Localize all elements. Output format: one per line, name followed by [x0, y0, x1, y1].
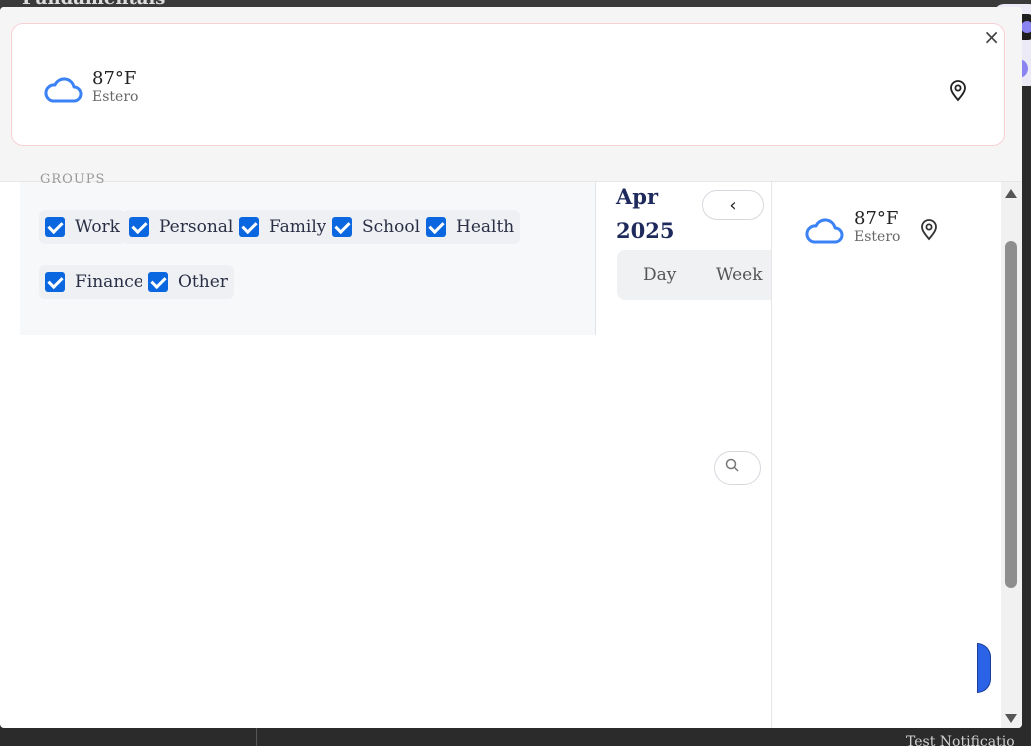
scroll-down-arrow-icon[interactable]: [1005, 714, 1017, 723]
group-label: Health: [456, 217, 515, 237]
group-label: Family: [269, 217, 327, 237]
side-weather-info: 87°F Estero: [854, 208, 900, 245]
modal-header: 87°F Estero ×: [0, 7, 1022, 182]
group-checkbox-family[interactable]: Family: [233, 210, 333, 244]
group-checkbox-work[interactable]: Work: [39, 210, 126, 244]
weather-info: 87°F Estero: [92, 68, 138, 105]
scrollbar-thumb[interactable]: [1005, 241, 1017, 588]
close-button[interactable]: ×: [983, 25, 1000, 49]
background-notification: Test Notificatio: [906, 734, 1015, 746]
weather-temperature: 87°F: [92, 68, 137, 89]
group-checkbox-finance[interactable]: Finance: [39, 265, 150, 299]
floating-action-tab[interactable]: [977, 643, 991, 693]
group-checkbox-personal[interactable]: Personal: [123, 210, 240, 244]
modal: 87°F Estero × GROUPS Work Personal Famil…: [0, 7, 1022, 728]
group-checkbox-health[interactable]: Health: [420, 210, 521, 244]
group-label: Other: [178, 272, 228, 292]
calendar-title: Apr 2025: [616, 180, 674, 248]
checkbox-checked-icon[interactable]: [148, 272, 168, 292]
weather-card: 87°F Estero: [11, 23, 1005, 146]
group-label: Finance: [75, 272, 144, 292]
widget-dot-icon: [1021, 21, 1031, 33]
group-checkbox-other[interactable]: Other: [142, 265, 234, 299]
checkbox-checked-icon[interactable]: [45, 272, 65, 292]
group-checkbox-school[interactable]: School: [326, 210, 427, 244]
prev-month-button[interactable]: ‹: [702, 190, 764, 220]
side-weather-temperature: 87°F: [854, 208, 899, 229]
calendar-year: 2025: [616, 218, 675, 243]
group-label: School: [362, 217, 421, 237]
tab-week[interactable]: Week: [716, 265, 763, 285]
weather-location: Estero: [92, 89, 139, 105]
checkbox-checked-icon[interactable]: [239, 217, 259, 237]
location-pin-icon[interactable]: [949, 80, 967, 102]
location-pin-icon[interactable]: [920, 219, 938, 241]
checkbox-checked-icon[interactable]: [45, 217, 65, 237]
tab-day[interactable]: Day: [643, 265, 676, 285]
view-tabs: Day Week: [617, 250, 771, 300]
cloud-icon: [805, 218, 844, 244]
group-label: Work: [75, 217, 120, 237]
groups-panel: GROUPS Work Personal Family School Healt…: [20, 172, 596, 335]
checkbox-checked-icon[interactable]: [332, 217, 352, 237]
side-weather-location: Estero: [854, 229, 901, 245]
background-divider: [256, 728, 257, 746]
cloud-icon: [44, 77, 83, 103]
group-label: Personal: [159, 217, 234, 237]
chevron-left-icon: ‹: [729, 194, 737, 216]
scroll-up-arrow-icon[interactable]: [1005, 189, 1017, 198]
search-icon: [725, 458, 739, 472]
checkbox-checked-icon[interactable]: [426, 217, 446, 237]
search-button[interactable]: [714, 451, 761, 485]
checkbox-checked-icon[interactable]: [129, 217, 149, 237]
side-panel: 87°F Estero: [771, 182, 987, 728]
groups-heading: GROUPS: [40, 172, 106, 187]
calendar-month: Apr: [616, 184, 659, 209]
